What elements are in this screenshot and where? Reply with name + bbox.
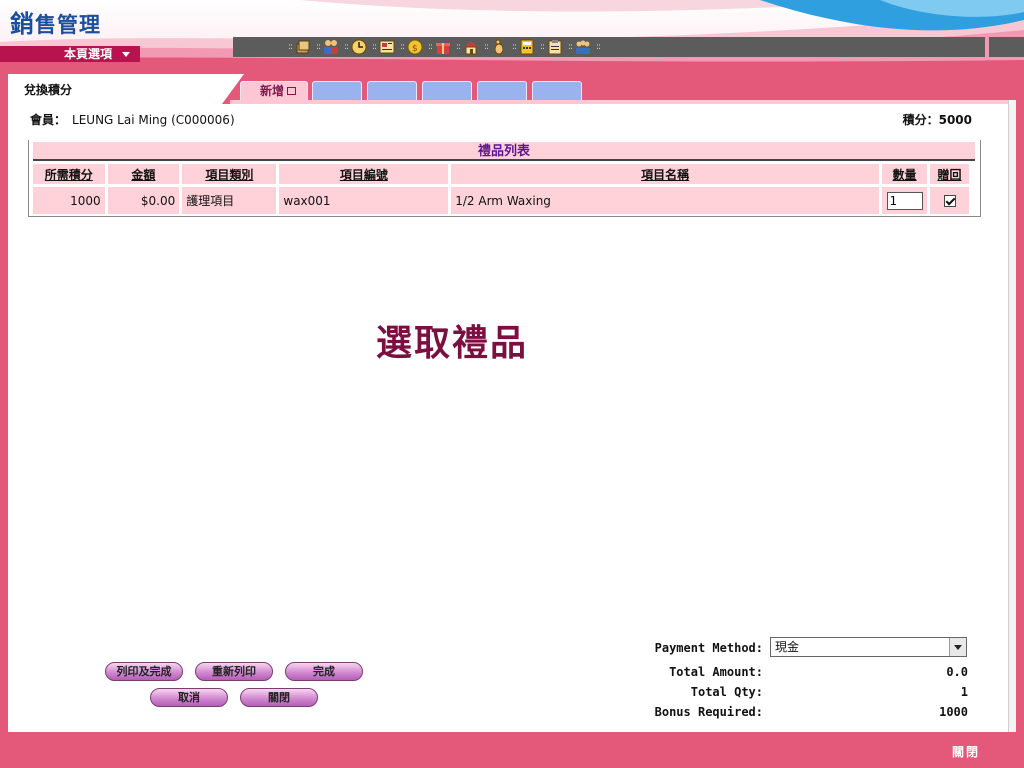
total-amount-value: 0.0 (946, 665, 968, 679)
complete-button[interactable]: 完成 (285, 662, 363, 681)
table-header-row: 所需積分 金額 項目類別 項目編號 項目名稱 數量 贈回 (33, 164, 969, 184)
cell-category: 護理項目 (182, 187, 277, 214)
col-required-points[interactable]: 所需積分 (33, 164, 105, 184)
app-title: 銷售管理 (10, 10, 101, 38)
payment-method-label: Payment Method: (654, 641, 763, 655)
cell-name: 1/2 Arm Waxing (451, 187, 880, 214)
cancel-button[interactable]: 取消 (150, 688, 228, 707)
vertical-scrollbar[interactable] (1008, 100, 1016, 732)
bonus-required-value: 1000 (939, 705, 968, 719)
cell-amount: $0.00 (107, 187, 180, 214)
points-info: 積分：5000 (902, 113, 972, 127)
gift-table: 所需積分 金額 項目類別 項目編號 項目名稱 數量 贈回 1000 $0.00 … (30, 161, 972, 217)
close-button[interactable]: 關閉 (240, 688, 318, 707)
cell-code: wax001 (279, 187, 449, 214)
member-info: 會員： LEUNG Lai Ming (C000006) (30, 113, 235, 127)
clock-icon[interactable] (351, 39, 367, 55)
col-item-code[interactable]: 項目編號 (279, 164, 449, 184)
news-icon[interactable] (379, 39, 395, 55)
tab-blank-1[interactable] (312, 81, 362, 100)
col-gift-return[interactable]: 贈回 (930, 164, 969, 184)
bonus-required-label: Bonus Required: (654, 705, 763, 719)
clipboard-icon[interactable] (547, 39, 563, 55)
foot-icon[interactable] (491, 39, 507, 55)
chevron-down-icon[interactable] (949, 638, 966, 656)
table-row: 1000 $0.00 護理項目 wax001 1/2 Arm Waxing (33, 187, 969, 214)
col-amount[interactable]: 金額 (107, 164, 180, 184)
cell-points: 1000 (33, 187, 105, 214)
toolbar-end-cap (989, 37, 1024, 57)
total-amount-label: Total Amount: (669, 665, 763, 679)
total-qty-value: 1 (960, 685, 968, 699)
tab-blank-5[interactable] (532, 81, 582, 100)
chevron-down-icon (122, 52, 130, 57)
people-icon[interactable] (323, 39, 339, 55)
gift-return-checkbox[interactable] (943, 195, 956, 207)
page-options-menu[interactable]: 本頁選項 (0, 46, 140, 62)
tab-new[interactable]: 新增 (240, 81, 308, 100)
new-window-icon (287, 86, 296, 95)
app-header: 銷售管理 本頁選項 (0, 0, 1024, 70)
tab-blank-3[interactable] (422, 81, 472, 100)
tab-blank-2[interactable] (367, 81, 417, 100)
cell-gift-return (930, 187, 969, 214)
payment-method-select[interactable]: 現金 (770, 637, 967, 657)
toolbar: :: :: :: :: :: $ :: :: :: :: :: :: :: (233, 37, 985, 57)
print-and-complete-button[interactable]: 列印及完成 (105, 662, 183, 681)
gift-list-title: 禮品列表 (33, 142, 975, 161)
svg-text:$: $ (412, 44, 418, 54)
col-item-name[interactable]: 項目名稱 (451, 164, 880, 184)
calculator-icon[interactable] (519, 39, 535, 55)
tab-blank-4[interactable] (477, 81, 527, 100)
page-title: 兌換積分 (24, 83, 73, 97)
cell-quantity (882, 187, 928, 214)
footer-close-link[interactable]: 關閉 (952, 743, 980, 760)
quantity-input[interactable] (886, 191, 923, 210)
group-icon[interactable] (575, 39, 591, 55)
home-icon[interactable] (463, 39, 479, 55)
col-category[interactable]: 項目類別 (182, 164, 277, 184)
reprint-button[interactable]: 重新列印 (195, 662, 273, 681)
stack-icon[interactable] (295, 39, 311, 55)
header-swoosh-graphic (0, 0, 1024, 70)
total-qty-label: Total Qty: (690, 685, 763, 699)
coin-icon[interactable]: $ (407, 39, 423, 55)
gift-icon[interactable] (435, 39, 451, 55)
select-gift-heading: 選取禮品 (376, 323, 529, 364)
col-quantity[interactable]: 數量 (882, 164, 928, 184)
